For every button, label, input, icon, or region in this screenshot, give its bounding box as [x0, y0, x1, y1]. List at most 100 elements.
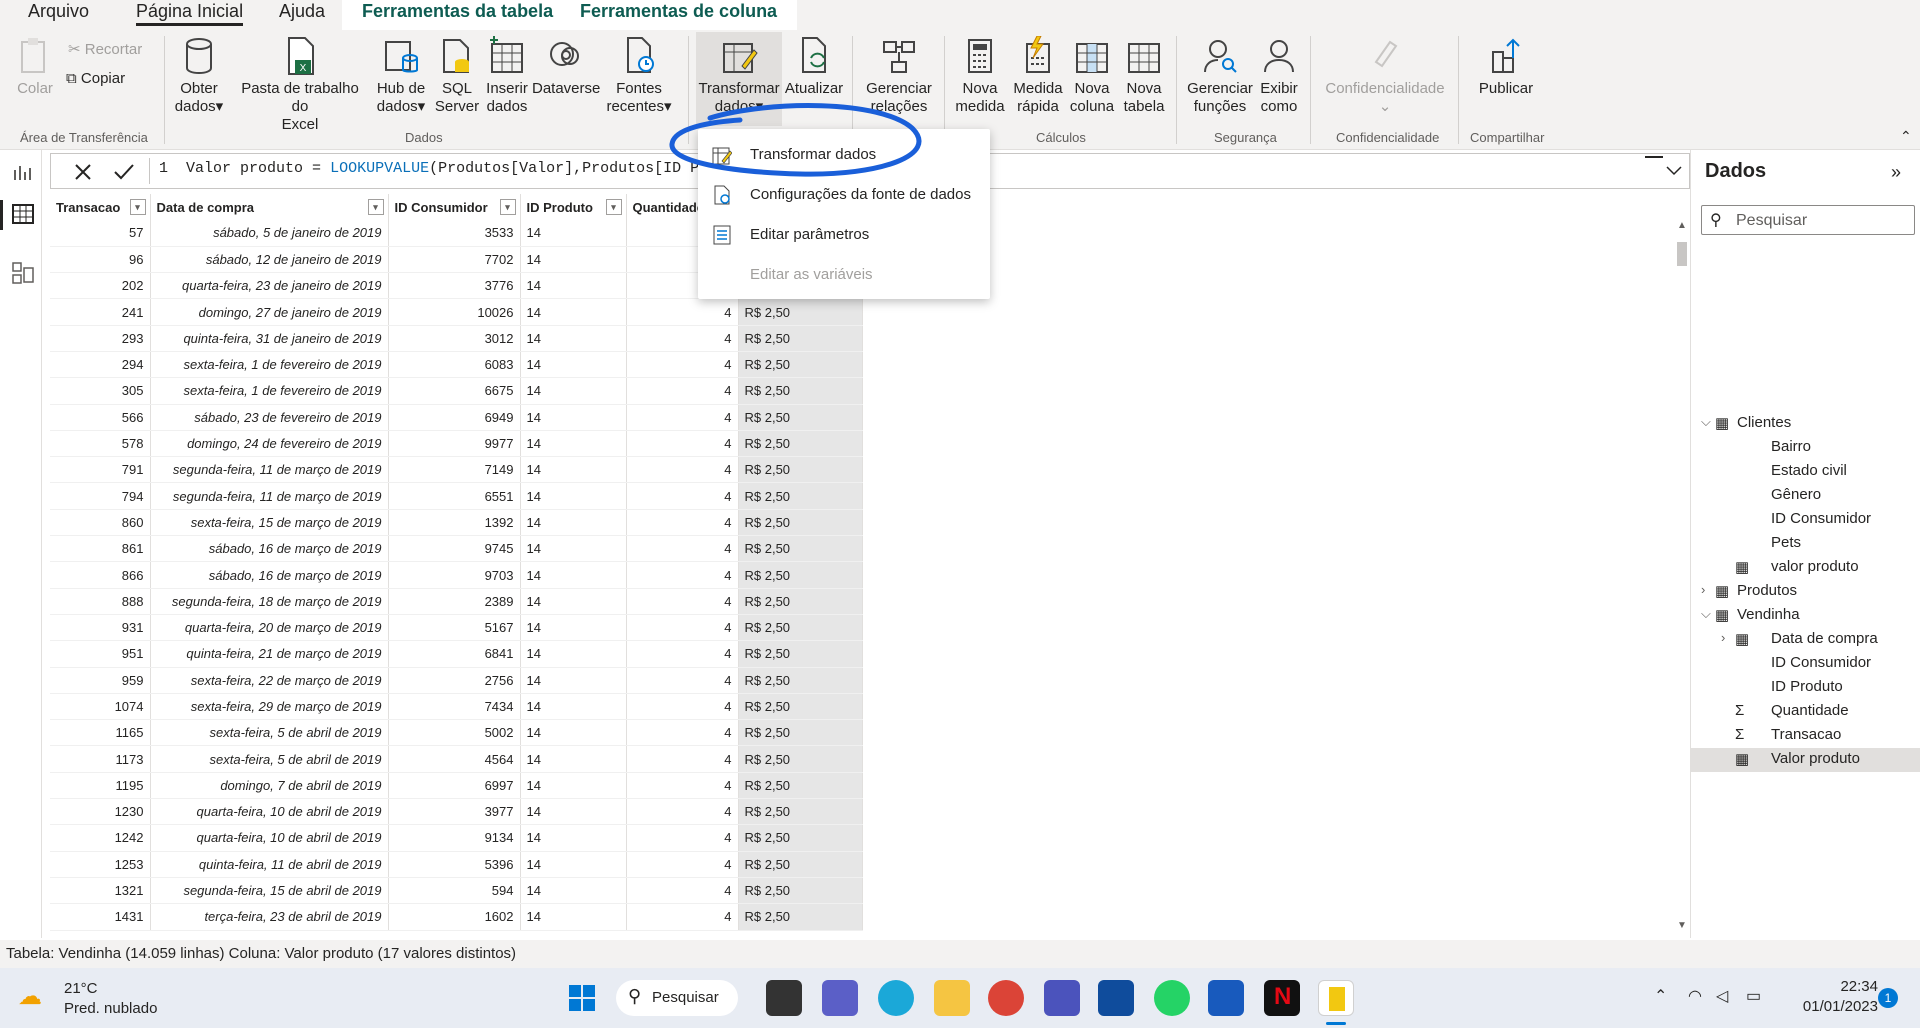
table-cell[interactable]: 7434 [388, 693, 521, 721]
table-row[interactable]: 861 sábado, 16 de março de 2019 9745 14 4 R$ … [50, 535, 863, 563]
table-cell[interactable]: R$ 2,50 [738, 877, 863, 905]
table-cell[interactable]: sexta-feira, 1 de fevereiro de 2019 [150, 351, 389, 379]
atualizar-button[interactable]: Atualizar [784, 36, 844, 98]
table-cell[interactable]: 14 [520, 509, 627, 537]
table-cell[interactable]: 861 [50, 535, 151, 563]
table-cell[interactable]: 14 [520, 903, 627, 931]
table-cell[interactable]: 1230 [50, 798, 151, 826]
table-row[interactable]: 860 sexta-feira, 15 de março de 2019 1392 1… [50, 509, 863, 537]
filter-dropdown-icon[interactable]: ▾ [367, 199, 384, 215]
table-cell[interactable]: 578 [50, 430, 151, 458]
weather-temp[interactable]: 21°C [64, 980, 98, 997]
table-cell[interactable]: terça-feira, 23 de abril de 2019 [150, 903, 389, 931]
copiar-button[interactable]: ⧉ Copiar [66, 70, 125, 87]
table-row[interactable]: 866 sábado, 16 de março de 2019 9703 14 4 R$ … [50, 561, 863, 589]
table-cell[interactable]: quinta-feira, 21 de março de 2019 [150, 640, 389, 668]
file-explorer-icon[interactable] [934, 980, 970, 1016]
table-cell[interactable]: R$ 2,50 [738, 377, 863, 405]
table-cell[interactable]: 14 [520, 614, 627, 642]
filter-dropdown-icon[interactable]: ▾ [605, 199, 622, 215]
column-header[interactable]: ID Consumidor ▾ [388, 194, 521, 220]
table-cell[interactable]: R$ 2,50 [738, 535, 863, 563]
table-cell[interactable]: 14 [520, 561, 627, 589]
table-cell[interactable]: quarta-feira, 23 de janeiro de 2019 [150, 272, 389, 300]
table-cell[interactable]: 1253 [50, 851, 151, 878]
table-row[interactable]: 794 segunda-feira, 11 de março de 2019 655… [50, 482, 863, 510]
table-row[interactable]: 1195 domingo, 7 de abril de 2019 6997 14 4 R$… [50, 772, 863, 800]
table-cell[interactable]: 9703 [388, 561, 521, 589]
notification-badge[interactable]: 1 [1878, 988, 1898, 1008]
table-row[interactable]: 888 segunda-feira, 18 de março de 2019 238… [50, 588, 863, 615]
table-cell[interactable]: 7702 [388, 246, 521, 274]
table-cell[interactable]: 9134 [388, 824, 521, 852]
table-cell[interactable]: sexta-feira, 29 de março de 2019 [150, 693, 389, 721]
table-cell[interactable]: 6997 [388, 772, 521, 800]
medida-rapida-button[interactable]: Medida rápida [1010, 36, 1066, 116]
commit-formula-icon[interactable] [113, 162, 135, 182]
field-item[interactable]: Σ Transacao [1691, 724, 1920, 748]
table-row[interactable]: 566 sábado, 23 de fevereiro de 2019 6949 14… [50, 404, 863, 431]
table-cell[interactable]: 1165 [50, 719, 151, 747]
table-cell[interactable]: sábado, 16 de março de 2019 [150, 561, 389, 589]
table-cell[interactable]: 1321 [50, 877, 151, 905]
table-cell[interactable]: 10026 [388, 298, 521, 326]
table-cell[interactable]: sábado, 23 de fevereiro de 2019 [150, 404, 389, 431]
table-cell[interactable]: 14 [520, 430, 627, 458]
table-cell[interactable]: 96 [50, 246, 151, 274]
table-cell[interactable]: 14 [520, 745, 627, 773]
chevron-right-icon[interactable]: › [1701, 582, 1705, 597]
table-cell[interactable]: sábado, 12 de janeiro de 2019 [150, 246, 389, 274]
table-row[interactable]: 293 quinta-feira, 31 de janeiro de 2019 30… [50, 325, 863, 352]
table-cell[interactable]: 14 [520, 325, 627, 352]
taskbar-search[interactable]: ⚲ Pesquisar [616, 980, 738, 1016]
table-cell[interactable]: 951 [50, 640, 151, 668]
table-cell[interactable]: quinta-feira, 11 de abril de 2019 [150, 851, 389, 878]
field-table[interactable]: › ▦ Produtos [1691, 580, 1920, 604]
table-cell[interactable]: R$ 2,50 [738, 798, 863, 826]
table-cell[interactable]: R$ 2,50 [738, 693, 863, 721]
table-row[interactable]: 241 domingo, 27 de janeiro de 2019 10026 14… [50, 298, 863, 326]
table-cell[interactable]: 14 [520, 877, 627, 905]
table-cell[interactable]: sexta-feira, 22 de março de 2019 [150, 667, 389, 694]
table-cell[interactable]: R$ 2,50 [738, 614, 863, 642]
table-cell[interactable]: sábado, 16 de março de 2019 [150, 535, 389, 563]
whatsapp-icon[interactable] [1154, 980, 1190, 1016]
table-cell[interactable]: 5167 [388, 614, 521, 642]
recortar-button[interactable]: ✂ Recortar [68, 40, 142, 58]
table-cell[interactable]: 566 [50, 404, 151, 431]
table-cell[interactable]: R$ 2,50 [738, 772, 863, 800]
table-cell[interactable]: 14 [520, 482, 627, 510]
scroll-down-icon[interactable]: ▼ [1677, 920, 1687, 931]
table-row[interactable]: 578 domingo, 24 de fevereiro de 2019 9977 1… [50, 430, 863, 458]
table-row[interactable]: 1431 terça-feira, 23 de abril de 2019 1602… [50, 903, 863, 931]
wifi-icon[interactable]: ◠ [1688, 986, 1702, 1006]
table-cell[interactable]: sexta-feira, 5 de abril de 2019 [150, 719, 389, 747]
table-cell[interactable]: 14 [520, 851, 627, 878]
table-cell[interactable]: 14 [520, 535, 627, 563]
table-cell[interactable]: 3012 [388, 325, 521, 352]
field-item[interactable]: Estado civil [1691, 460, 1920, 484]
field-item[interactable]: Bairro [1691, 436, 1920, 460]
report-view-icon[interactable] [12, 162, 32, 182]
expand-formula-icon[interactable] [1665, 164, 1683, 178]
table-row[interactable]: 1253 quinta-feira, 11 de abril de 2019 539… [50, 851, 863, 878]
table-cell[interactable]: 1602 [388, 903, 521, 931]
table-cell[interactable]: 14 [520, 667, 627, 694]
scroll-thumb[interactable] [1677, 242, 1687, 266]
tab-arquivo[interactable]: Arquivo [28, 0, 89, 30]
table-cell[interactable]: R$ 2,50 [738, 298, 863, 326]
teams-icon[interactable] [1044, 980, 1080, 1016]
table-cell[interactable]: 1392 [388, 509, 521, 537]
table-cell[interactable]: 4 [626, 509, 739, 537]
scroll-up-icon[interactable]: ▲ [1677, 220, 1687, 231]
table-cell[interactable]: 794 [50, 482, 151, 510]
table-cell[interactable]: 4 [626, 719, 739, 747]
table-cell[interactable]: R$ 2,50 [738, 404, 863, 431]
field-item[interactable]: ID Consumidor [1691, 508, 1920, 532]
formula-resize[interactable] [1645, 156, 1663, 158]
table-cell[interactable]: 4 [626, 298, 739, 326]
table-cell[interactable]: 791 [50, 456, 151, 484]
table-cell[interactable]: 241 [50, 298, 151, 326]
table-cell[interactable]: 3977 [388, 798, 521, 826]
sql-server-button[interactable]: SQL Server [432, 36, 482, 116]
